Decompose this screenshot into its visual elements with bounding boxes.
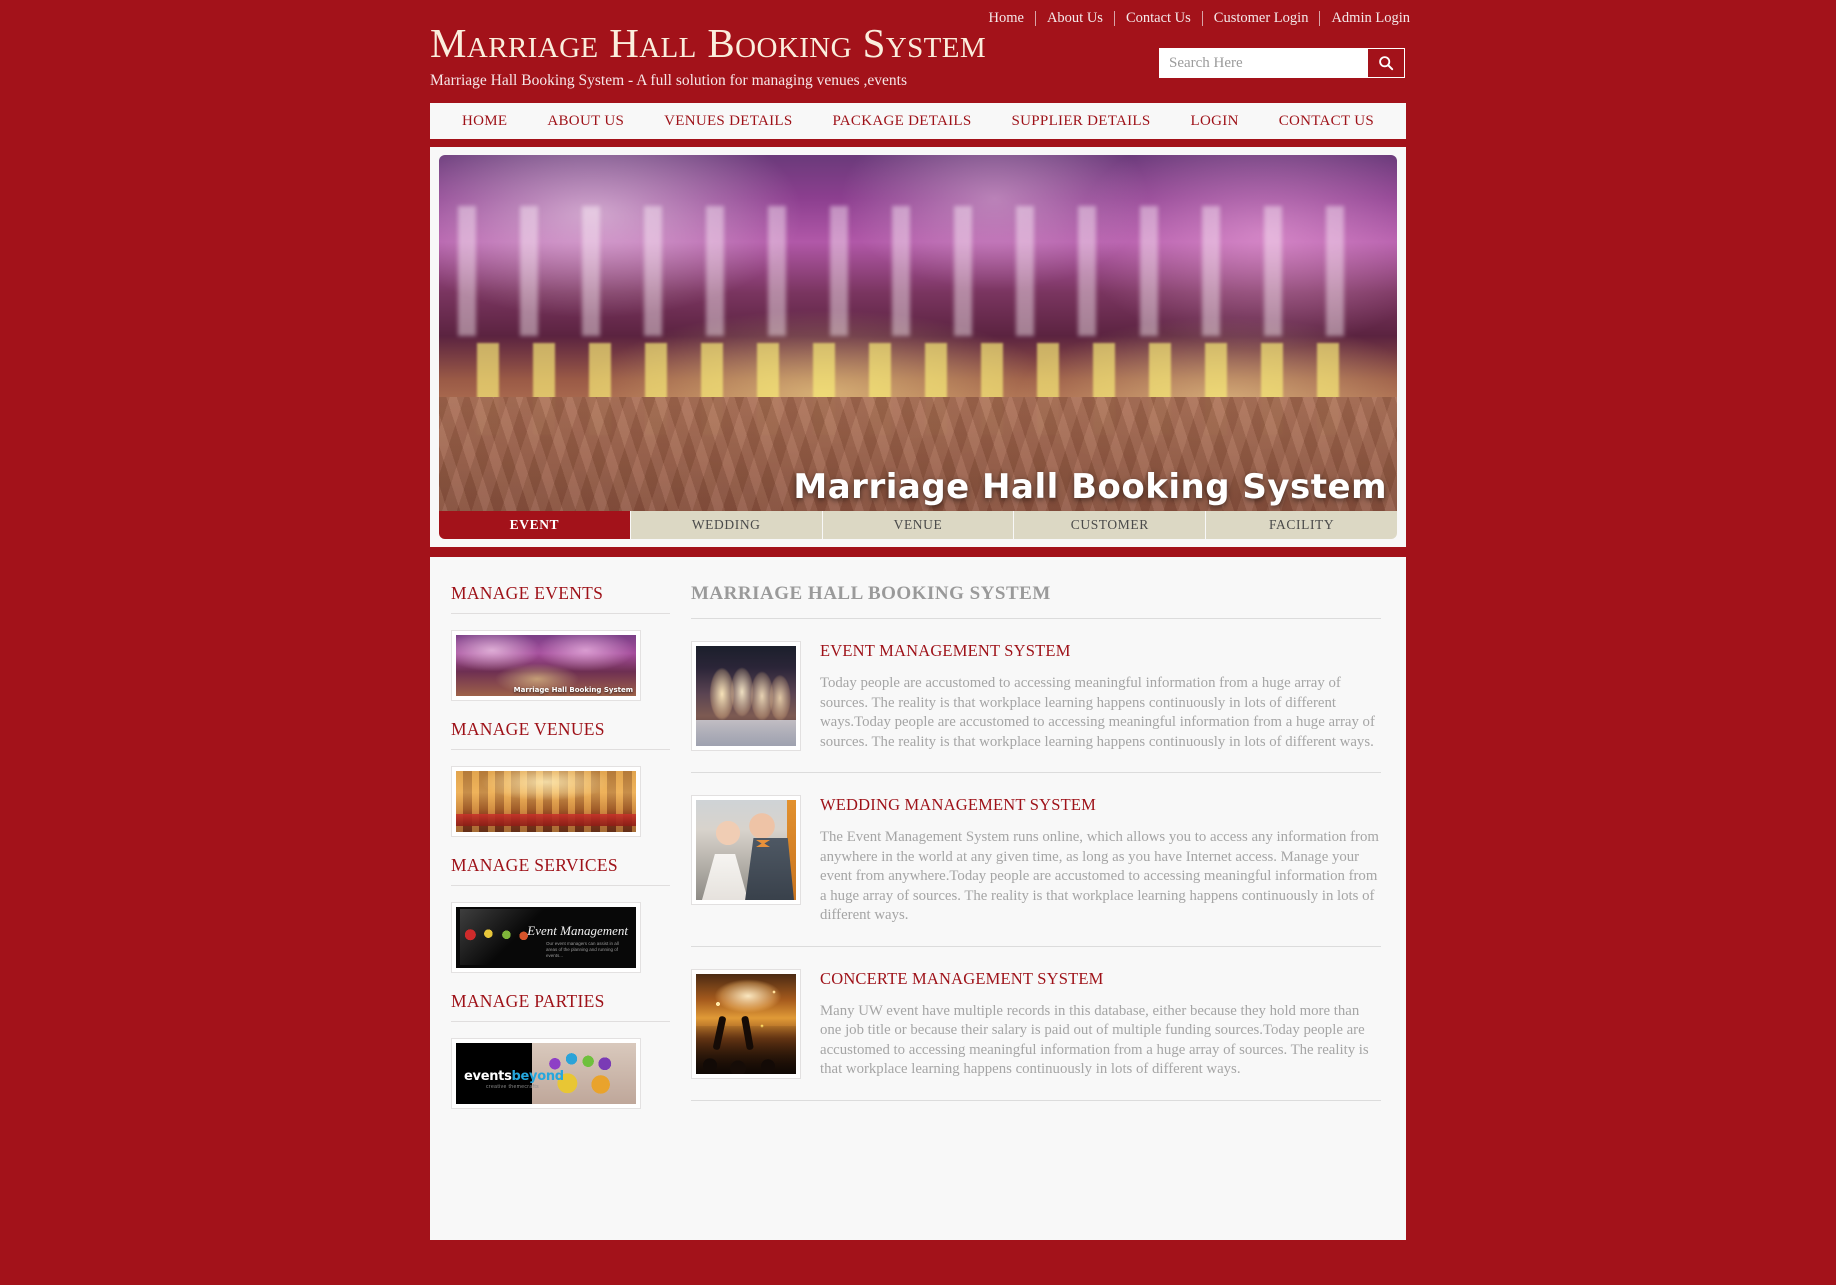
- hall-thumbnail-image: Marriage Hall Booking System: [456, 635, 636, 696]
- sidebar-title-manage-events: MANAGE EVENTS: [451, 583, 670, 614]
- sidebar-thumb-manage-events[interactable]: Marriage Hall Booking System: [451, 630, 641, 701]
- groom-suit-shape: [745, 838, 794, 900]
- sidebar-block-manage-parties: MANAGE PARTIES eventsbeyond creative the…: [451, 991, 670, 1109]
- article-title-concerte-management: CONCERTE MANAGEMENT SYSTEM: [820, 968, 1104, 988]
- bride-dress-shape: [702, 854, 748, 900]
- tab-event[interactable]: EVENT: [439, 511, 631, 539]
- nav-item-home[interactable]: HOME: [442, 113, 527, 130]
- article-concerte-management: CONCERTE MANAGEMENT SYSTEM Many UW event…: [691, 968, 1381, 1101]
- tab-wedding[interactable]: WEDDING: [630, 511, 823, 539]
- nav-item-supplier-details[interactable]: SUPPLIER DETAILS: [992, 113, 1171, 130]
- sidebar-thumb-manage-venues[interactable]: [451, 766, 641, 837]
- main-nav: HOME ABOUT US VENUES DETAILS PACKAGE DET…: [430, 103, 1406, 139]
- eventsbeyond-thumbnail-image: eventsbeyond creative themecrafts: [456, 1043, 636, 1104]
- top-link-admin-login[interactable]: Admin Login: [1320, 11, 1421, 26]
- banner-slide: Marriage Hall Booking System: [439, 155, 1397, 517]
- sidebar-title-manage-services: MANAGE SERVICES: [451, 855, 670, 886]
- nav-item-login[interactable]: LOGIN: [1171, 113, 1259, 130]
- site-title: Marriage Hall Booking System: [430, 20, 987, 66]
- tab-facility[interactable]: FACILITY: [1206, 511, 1397, 539]
- article-text-event-management: Today people are accustomed to accessing…: [820, 675, 1375, 750]
- sidebar-block-manage-events: MANAGE EVENTS Marriage Hall Booking Syst…: [451, 583, 670, 701]
- banner-caption: Marriage Hall Booking System: [793, 467, 1387, 507]
- main-heading: MARRIAGE HALL BOOKING SYSTEM: [691, 583, 1381, 619]
- article-wedding-management: WEDDING MANAGEMENT SYSTEM The Event Mana…: [691, 795, 1381, 947]
- main-column: MARRIAGE HALL BOOKING SYSTEM EVENT MANAG…: [670, 583, 1406, 1240]
- cocktail-thumbnail-subcaption: Our event managers can assist in all are…: [546, 941, 619, 958]
- tab-customer[interactable]: CUSTOMER: [1014, 511, 1207, 539]
- sidebar-thumb-manage-parties[interactable]: eventsbeyond creative themecrafts: [451, 1038, 641, 1109]
- cocktail-thumbnail-image: Event Management Our event managers can …: [456, 907, 636, 968]
- tab-venue[interactable]: VENUE: [822, 511, 1015, 539]
- stage-thumbnail-image: [456, 771, 636, 832]
- wedding-couple-image: [696, 800, 796, 900]
- top-link-customer-login[interactable]: Customer Login: [1203, 11, 1320, 26]
- eventsbeyond-tagline: creative themecrafts: [486, 1084, 540, 1090]
- content-panel: MANAGE EVENTS Marriage Hall Booking Syst…: [430, 557, 1406, 1240]
- banner-section: Marriage Hall Booking System: [430, 147, 1406, 547]
- sidebar-title-manage-parties: MANAGE PARTIES: [451, 991, 670, 1022]
- page-root: Home About Us Contact Us Customer Login …: [0, 0, 1836, 1285]
- sidebar-title-manage-venues: MANAGE VENUES: [451, 719, 670, 750]
- article-text-wedding-management: The Event Management System runs online,…: [820, 829, 1379, 923]
- article-event-management: EVENT MANAGEMENT SYSTEM Today people are…: [691, 641, 1381, 773]
- search-input[interactable]: [1160, 49, 1368, 77]
- search-box[interactable]: [1159, 48, 1405, 78]
- nav-item-contact-us[interactable]: CONTACT US: [1259, 113, 1394, 130]
- sidebar: MANAGE EVENTS Marriage Hall Booking Syst…: [430, 583, 670, 1240]
- article-body: WEDDING MANAGEMENT SYSTEM The Event Mana…: [820, 795, 1381, 926]
- article-title-wedding-management: WEDDING MANAGEMENT SYSTEM: [820, 795, 1097, 814]
- article-title-event-management: EVENT MANAGEMENT SYSTEM: [820, 641, 1071, 660]
- article-thumb-event[interactable]: [691, 641, 801, 751]
- search-icon: [1378, 55, 1394, 71]
- article-text-concerte-management: Many UW event have multiple records in t…: [820, 1002, 1369, 1078]
- concert-crowd-image: [696, 973, 796, 1074]
- champagne-glasses-image: [696, 646, 796, 746]
- article-body: EVENT MANAGEMENT SYSTEM Today people are…: [820, 641, 1381, 752]
- search-button[interactable]: [1368, 49, 1404, 77]
- cocktail-thumbnail-caption: Event Management: [527, 923, 628, 938]
- sidebar-block-manage-venues: MANAGE VENUES: [451, 719, 670, 837]
- nav-item-about-us[interactable]: ABOUT US: [527, 113, 644, 130]
- article-thumb-concerte[interactable]: [691, 968, 801, 1079]
- sidebar-thumb-manage-services[interactable]: Event Management Our event managers can …: [451, 902, 641, 973]
- banner-chandelier-decor: [458, 205, 1378, 336]
- banner-tab-bar: EVENT WEDDING VENUE CUSTOMER FACILITY: [439, 511, 1397, 539]
- nav-item-package-details[interactable]: PACKAGE DETAILS: [813, 113, 992, 130]
- sidebar-block-manage-services: MANAGE SERVICES Event Management Our eve…: [451, 855, 670, 973]
- brand: Marriage Hall Booking System Marriage Ha…: [430, 20, 1190, 90]
- site-tagline: Marriage Hall Booking System - A full so…: [430, 72, 907, 90]
- article-thumb-wedding[interactable]: [691, 795, 801, 905]
- nav-item-venues-details[interactable]: VENUES DETAILS: [644, 113, 812, 130]
- eventsbeyond-logo: eventsbeyond: [464, 1069, 564, 1084]
- hall-thumbnail-caption: Marriage Hall Booking System: [513, 686, 633, 694]
- article-body: CONCERTE MANAGEMENT SYSTEM Many UW event…: [820, 969, 1381, 1080]
